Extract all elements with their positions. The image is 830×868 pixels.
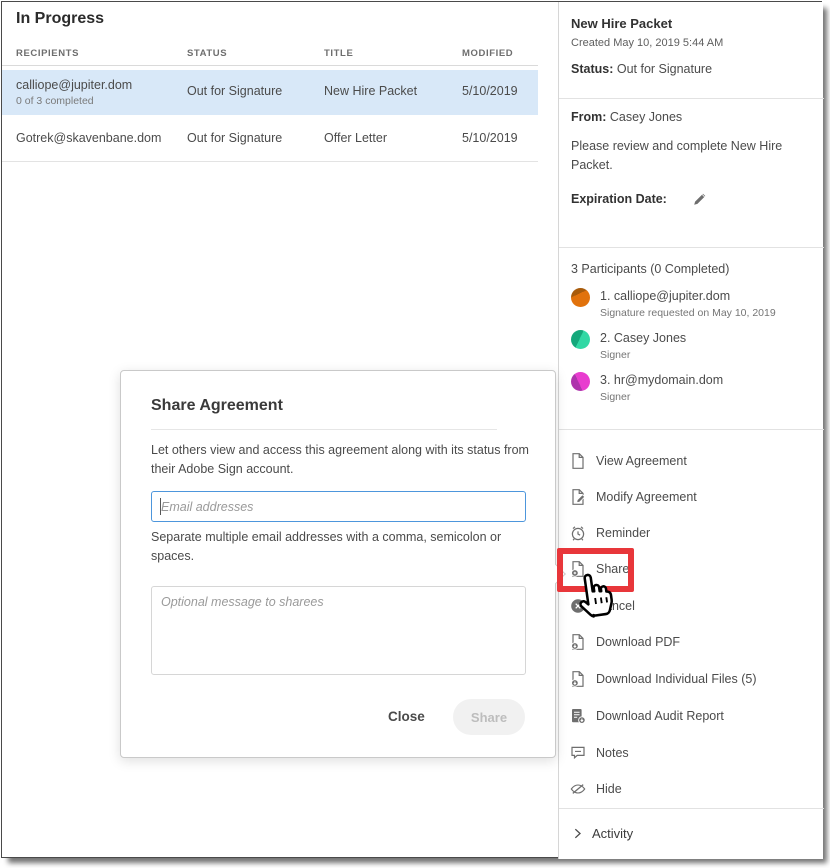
menu-item-download-pdf[interactable]: Download PDF (569, 631, 680, 653)
document-download-icon (569, 670, 587, 688)
menu-item-modify-agreement[interactable]: Modify Agreement (569, 486, 697, 508)
menu-item-download-audit-report[interactable]: Download Audit Report (569, 705, 724, 727)
divider (559, 429, 824, 430)
row-status: Out for Signature (187, 84, 282, 98)
from-label: From: (571, 110, 606, 124)
table-header: RECIPIENTS STATUS TITLE MODIFIED (2, 46, 538, 66)
column-header-recipients: RECIPIENTS (16, 48, 79, 59)
text-caret (160, 498, 161, 515)
hand-pointer-cursor (569, 561, 620, 623)
participant-avatar (571, 330, 590, 349)
participant-name: 1. calliope@jupiter.dom (600, 289, 730, 303)
status-label: Status: (571, 62, 613, 76)
participant-status: Signature requested on May 10, 2019 (600, 307, 776, 319)
participant-name: 2. Casey Jones (600, 331, 686, 345)
document-edit-icon (569, 488, 587, 506)
share-button[interactable]: Share (453, 699, 525, 735)
from-line: From: Casey Jones (571, 110, 682, 124)
table-row[interactable]: Gotrek@skavenbane.dom Out for Signature … (2, 117, 538, 162)
recipient-email: Gotrek@skavenbane.dom (16, 131, 161, 145)
menu-item-view-agreement[interactable]: View Agreement (569, 450, 687, 472)
optional-message-textarea[interactable] (151, 586, 526, 675)
row-title: New Hire Packet (324, 84, 417, 98)
participant-avatar (571, 372, 590, 391)
recipient-email: calliope@jupiter.dom (16, 78, 132, 92)
participant-role: Signer (600, 391, 630, 403)
column-header-status: STATUS (187, 48, 227, 59)
email-addresses-input[interactable] (151, 491, 526, 522)
row-title: Offer Letter (324, 131, 387, 145)
status-value: Out for Signature (617, 62, 712, 76)
divider (559, 98, 824, 99)
column-header-title: TITLE (324, 48, 353, 59)
dialog-description: Let others view and access this agreemen… (151, 441, 543, 479)
activity-expander[interactable]: Activity (571, 826, 633, 841)
document-download-icon (569, 633, 587, 651)
share-agreement-dialog: Share Agreement Let others view and acce… (120, 370, 556, 758)
dialog-title: Share Agreement (151, 397, 283, 415)
menu-item-hide[interactable]: Hide (569, 778, 622, 800)
alarm-clock-icon (569, 524, 587, 542)
page-title: In Progress (16, 10, 104, 28)
created-timestamp: Created May 10, 2019 5:44 AM (571, 37, 723, 49)
email-help-text: Separate multiple email addresses with a… (151, 528, 541, 566)
agreement-message: Please review and complete New Hire Pack… (571, 137, 809, 175)
divider (151, 429, 497, 430)
row-status: Out for Signature (187, 131, 282, 145)
agreement-detail-panel: New Hire Packet Created May 10, 2019 5:4… (558, 2, 823, 859)
app-window: In Progress RECIPIENTS STATUS TITLE MODI… (1, 1, 822, 858)
expiration-line: Expiration Date: (571, 192, 667, 206)
report-download-icon (569, 707, 587, 725)
row-modified: 5/10/2019 (462, 131, 518, 145)
eye-off-icon (569, 780, 587, 798)
agreement-title: New Hire Packet (571, 16, 672, 31)
row-modified: 5/10/2019 (462, 84, 518, 98)
document-icon (569, 452, 587, 470)
status-line: Status: Out for Signature (571, 62, 712, 76)
from-value: Casey Jones (610, 110, 682, 124)
menu-item-reminder[interactable]: Reminder (569, 522, 650, 544)
participant-name: 3. hr@mydomain.dom (600, 373, 723, 387)
table-row-selected[interactable]: calliope@jupiter.dom 0 of 3 completed Ou… (2, 70, 538, 115)
menu-item-download-individual-files[interactable]: Download Individual Files (5) (569, 668, 757, 690)
speech-bubble-icon (569, 744, 587, 762)
chevron-right-icon (571, 827, 584, 840)
column-header-modified: MODIFIED (462, 48, 513, 59)
pencil-icon[interactable] (691, 190, 709, 208)
recipient-progress: 0 of 3 completed (16, 95, 94, 107)
close-button[interactable]: Close (376, 701, 437, 731)
participant-role: Signer (600, 349, 630, 361)
divider (559, 808, 824, 809)
expiration-label: Expiration Date: (571, 192, 667, 206)
participants-heading: 3 Participants (0 Completed) (571, 262, 729, 276)
participant-avatar (571, 288, 590, 307)
menu-item-notes[interactable]: Notes (569, 742, 629, 764)
divider (559, 247, 824, 248)
